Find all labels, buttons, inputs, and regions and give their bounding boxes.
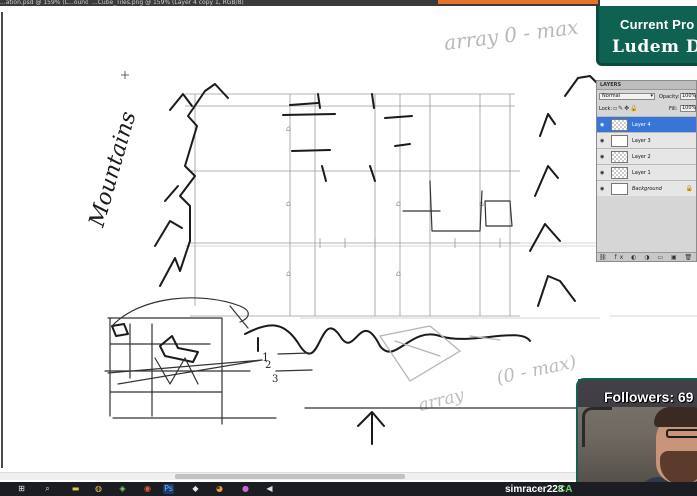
file-explorer-icon[interactable]: ▬ bbox=[70, 484, 81, 494]
layer-name: Background bbox=[632, 186, 662, 192]
mountain-sketch-left bbox=[154, 83, 229, 287]
layer-row[interactable]: ◉ Layer 1 bbox=[597, 164, 696, 180]
overlay-accent-bar bbox=[438, 0, 598, 4]
photoshop-icon[interactable]: Ps bbox=[163, 484, 174, 494]
layer-row[interactable]: ◉ Layer 2 bbox=[597, 148, 696, 164]
app-icon[interactable]: ● bbox=[240, 484, 251, 494]
layers-panel: LAYERS Normal ▾ Opacity: 100% Lock: ▫✎✥🔒… bbox=[596, 80, 697, 262]
windows-start-icon[interactable]: ⊞ bbox=[16, 484, 27, 494]
svg-text:⌂: ⌂ bbox=[396, 199, 401, 208]
layers-panel-toolbar[interactable]: ⛓ fx ◐ ◑ ▭ ▣ 🗑 bbox=[597, 252, 696, 261]
stream-overlay-banner bbox=[596, 6, 697, 66]
layer-thumbnail bbox=[611, 135, 628, 147]
lock-icon: 🔒 bbox=[685, 185, 693, 192]
eye-icon[interactable]: ◉ bbox=[600, 122, 604, 128]
game-icon[interactable]: ◆ bbox=[190, 484, 201, 494]
layer-name: Layer 4 bbox=[632, 122, 651, 128]
layer-name: Layer 2 bbox=[632, 154, 651, 160]
tile-layout-sketch bbox=[104, 297, 277, 425]
overlay-current-project: Current Pro bbox=[620, 17, 695, 32]
streamer-name: simracer223 bbox=[505, 484, 564, 495]
grid-tick-marks: ⌂ ⌂ ⌂ ⌂ ⌂ ⌂ bbox=[286, 124, 501, 278]
mountain-sketch-right bbox=[529, 75, 601, 307]
fill-input[interactable]: 100% bbox=[680, 105, 696, 112]
opacity-input[interactable]: 100% bbox=[680, 93, 696, 100]
svg-text:⌂: ⌂ bbox=[396, 269, 401, 278]
chevron-down-icon: ▾ bbox=[650, 93, 653, 99]
horizontal-scrollbar[interactable] bbox=[0, 472, 577, 480]
layer-thumbnail bbox=[611, 119, 628, 131]
eye-icon[interactable]: ◉ bbox=[600, 186, 604, 192]
blend-mode-value: Normal bbox=[602, 93, 621, 99]
range-note: (0 - max) bbox=[495, 352, 579, 389]
layer-thumbnail bbox=[611, 167, 628, 179]
svg-text:⌂: ⌂ bbox=[286, 269, 291, 278]
browser-icon[interactable]: ◉ bbox=[142, 484, 153, 494]
overlay-project-name: Ludem D bbox=[612, 37, 697, 57]
scrollbar-thumb[interactable] bbox=[175, 474, 405, 479]
eye-icon[interactable]: ◉ bbox=[600, 154, 604, 160]
mountains-label: Mountains bbox=[84, 109, 141, 231]
layer-name: Layer 3 bbox=[632, 138, 651, 144]
dark-grid-strokes bbox=[282, 93, 513, 232]
layer-name: Layer 1 bbox=[632, 170, 651, 176]
layer-thumbnail bbox=[611, 183, 628, 195]
chrome-icon[interactable]: ◍ bbox=[93, 484, 104, 494]
array-note-lower: array bbox=[416, 385, 466, 416]
faint-sketch-lower bbox=[378, 325, 501, 382]
eye-icon[interactable]: ◉ bbox=[600, 138, 604, 144]
lock-label: Lock: bbox=[599, 106, 613, 112]
annotation-3: 3 bbox=[272, 374, 278, 385]
layer-row-background[interactable]: ◉ Background 🔒 bbox=[597, 180, 696, 196]
screen: ...ation.psd @ 159% (L...ound, RGB/8) ..… bbox=[0, 0, 697, 496]
fill-label: Fill: bbox=[669, 106, 678, 112]
annotation-2: 2 bbox=[265, 360, 271, 371]
lock-options-icons[interactable]: ▫✎✥🔒 bbox=[613, 105, 639, 112]
followers-count: Followers: 69 bbox=[604, 389, 694, 405]
blender-icon[interactable]: ◕ bbox=[214, 484, 225, 494]
layer-row[interactable]: ◉ Layer 3 bbox=[597, 132, 696, 148]
blend-mode-select[interactable]: Normal ▾ bbox=[599, 93, 655, 100]
eye-icon[interactable]: ◉ bbox=[600, 170, 604, 176]
svg-text:⌂: ⌂ bbox=[286, 199, 291, 208]
streamer-suffix: CA bbox=[558, 484, 573, 495]
array-note: array 0 - max bbox=[443, 15, 580, 55]
search-icon[interactable]: ⌕ bbox=[42, 484, 53, 494]
svg-text:⌂: ⌂ bbox=[286, 124, 291, 133]
up-arrow-sketch bbox=[357, 411, 385, 445]
layers-panel-title[interactable]: LAYERS bbox=[597, 81, 696, 90]
cursor-crosshair-icon bbox=[121, 71, 129, 79]
opacity-label: Opacity: bbox=[659, 94, 680, 100]
security-icon[interactable]: ◈ bbox=[117, 484, 128, 494]
layer-thumbnail bbox=[611, 151, 628, 163]
taskbar: ⊞ ⌕ ▬ ◍ ◈ ◉ Ps ◆ ◕ ● ◀ bbox=[0, 482, 697, 496]
layer-list: ◉ Layer 4 ◉ Layer 3 ◉ Layer 2 ◉ Layer 1 … bbox=[597, 116, 696, 196]
layer-row[interactable]: ◉ Layer 4 bbox=[597, 116, 696, 132]
media-player-icon[interactable]: ◀ bbox=[264, 484, 275, 494]
